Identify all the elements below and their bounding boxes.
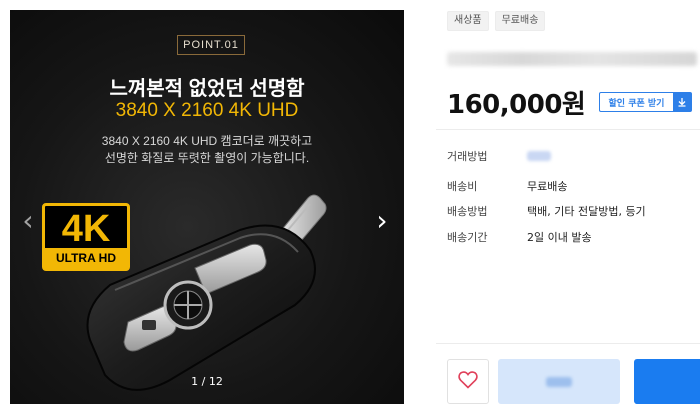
product-title-blurred [447,52,697,66]
image-counter: 1 / 12 [191,375,223,388]
gallery-subheadline: 3840 X 2160 4K UHD [115,100,299,121]
chat-button-label-blurred [546,376,572,387]
info-value: 2일 이내 발송 [527,231,592,244]
tag-new-item: 새상품 [447,11,489,31]
product-price: 160,000원 [447,90,586,120]
tag-free-shipping: 무료배송 [494,11,546,31]
product-image-gallery[interactable]: POINT.01 느껴본적 없었던 선명함 3840 X 2160 4K UHD… [10,10,404,404]
coupon-label: 할인 쿠폰 받기 [608,98,665,109]
ultra-hd-badge: 4K ULTRA HD [42,203,130,271]
gallery-prev-button[interactable]: ‹ [18,203,38,237]
badge-4k-text: 4K [61,208,111,250]
info-value: 무료배송 [527,180,568,193]
info-key: 배송비 [447,180,478,193]
chevron-right-icon: › [376,203,388,237]
gallery-description-line2: 선명한 화질로 뚜렷한 촬영이 가능합니다. [104,151,310,165]
info-row-shipping-fee: 배송비 무료배송 [447,177,567,195]
info-key: 거래방법 [447,150,488,163]
info-key: 배송기간 [447,231,488,244]
chevron-left-icon: ‹ [22,203,34,237]
info-value: 택배, 기타 전달방법, 등기 [527,205,646,218]
chat-button[interactable] [498,359,620,404]
coupon-button[interactable]: 할인 쿠폰 받기 [599,92,692,112]
wishlist-button[interactable] [447,359,489,404]
gallery-next-button[interactable]: › [372,203,392,237]
trade-method-value-blurred [527,151,551,161]
info-divider-bottom [436,343,700,344]
badge-ultra-hd-text: ULTRA HD [45,248,127,268]
buy-now-button[interactable] [634,359,700,404]
download-icon [673,93,691,111]
product-tags: 새상품 무료배송 [447,11,546,31]
info-row-trade-method: 거래방법 [447,147,551,165]
info-divider-top [436,129,700,130]
gallery-description-line1: 3840 X 2160 4K UHD 캠코더로 깨끗하고 [101,134,313,148]
info-key: 배송방법 [447,205,488,218]
heart-icon [458,370,478,393]
info-row-shipping-period: 배송기간 2일 이내 발송 [447,228,592,246]
gallery-headline: 느껴본적 없었던 선명함 [109,78,305,100]
info-row-shipping-method: 배송방법 택배, 기타 전달방법, 등기 [447,202,646,220]
point-label: POINT.01 [177,35,245,55]
